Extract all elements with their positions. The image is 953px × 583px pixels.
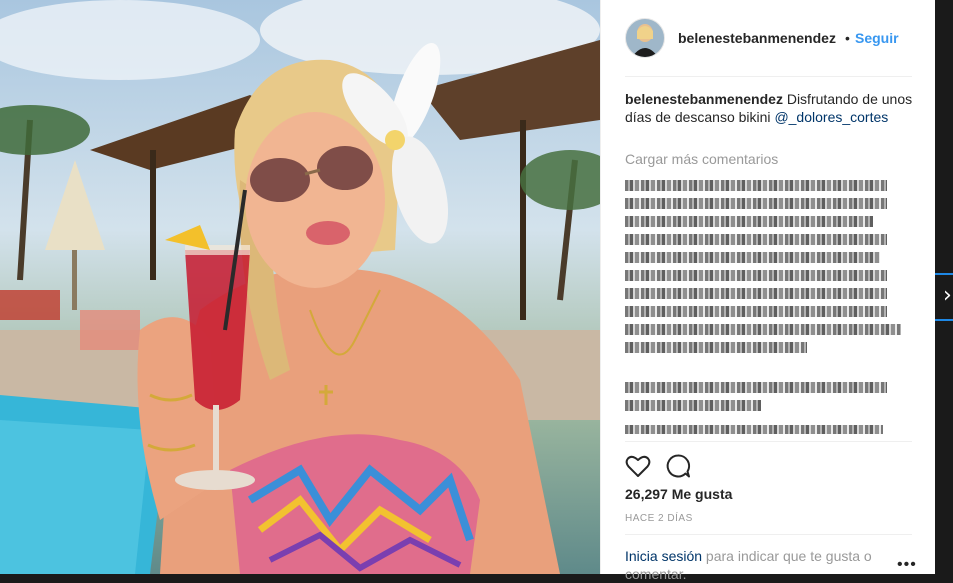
post-caption: belenestebanmenendez Disfrutando de unos…	[625, 90, 915, 126]
censored-comment-line	[625, 400, 761, 411]
header-divider	[625, 76, 912, 77]
post-photo-illustration	[0, 0, 600, 574]
comments-divider	[625, 441, 912, 442]
heart-icon[interactable]	[625, 453, 651, 479]
load-more-comments-button[interactable]: Cargar más comentarios	[625, 151, 778, 167]
caption-username[interactable]: belenestebanmenendez	[625, 91, 783, 107]
chevron-right-icon: ›	[943, 283, 952, 308]
post-author-username[interactable]: belenestebanmenendez	[678, 30, 836, 46]
likes-count[interactable]: 26,297 Me gusta	[625, 486, 732, 502]
censored-comment-line	[625, 324, 901, 335]
post-timestamp[interactable]: Hace 2 días	[625, 513, 693, 524]
post-side-panel: belenestebanmenendez • Seguir belenesteb…	[600, 0, 936, 582]
censored-comment-line	[625, 234, 887, 245]
censored-comment-line	[625, 288, 887, 299]
censored-comment-line	[625, 252, 880, 263]
comment-icon[interactable]	[665, 453, 691, 479]
login-link[interactable]: Inicia sesión	[625, 548, 702, 564]
censored-comment-line	[625, 198, 887, 209]
post-header: belenestebanmenendez • Seguir	[601, 0, 936, 76]
caption-mention-link[interactable]: @_dolores_cortes	[774, 109, 888, 125]
censored-comments-block	[625, 382, 905, 418]
login-prompt: Inicia sesión para indicar que te gusta …	[625, 547, 915, 583]
censored-comment-line	[625, 180, 887, 191]
footer-divider	[625, 534, 912, 535]
censored-comments-block	[625, 180, 905, 360]
separator-dot: •	[845, 30, 850, 46]
next-post-button[interactable]: ›	[935, 273, 953, 321]
censored-comment-line	[625, 216, 873, 227]
censored-comment-line	[625, 382, 887, 393]
follow-button[interactable]: Seguir	[855, 30, 899, 46]
post-photo[interactable]	[0, 0, 600, 574]
censored-comment-line	[625, 342, 807, 353]
more-options-button[interactable]: •••	[897, 556, 917, 574]
censored-comment-line	[625, 270, 887, 281]
censored-comment-line	[625, 306, 887, 317]
avatar[interactable]	[625, 18, 665, 58]
censored-comment-line	[625, 425, 883, 434]
avatar-image	[626, 19, 664, 57]
censored-comments-block	[625, 425, 905, 441]
